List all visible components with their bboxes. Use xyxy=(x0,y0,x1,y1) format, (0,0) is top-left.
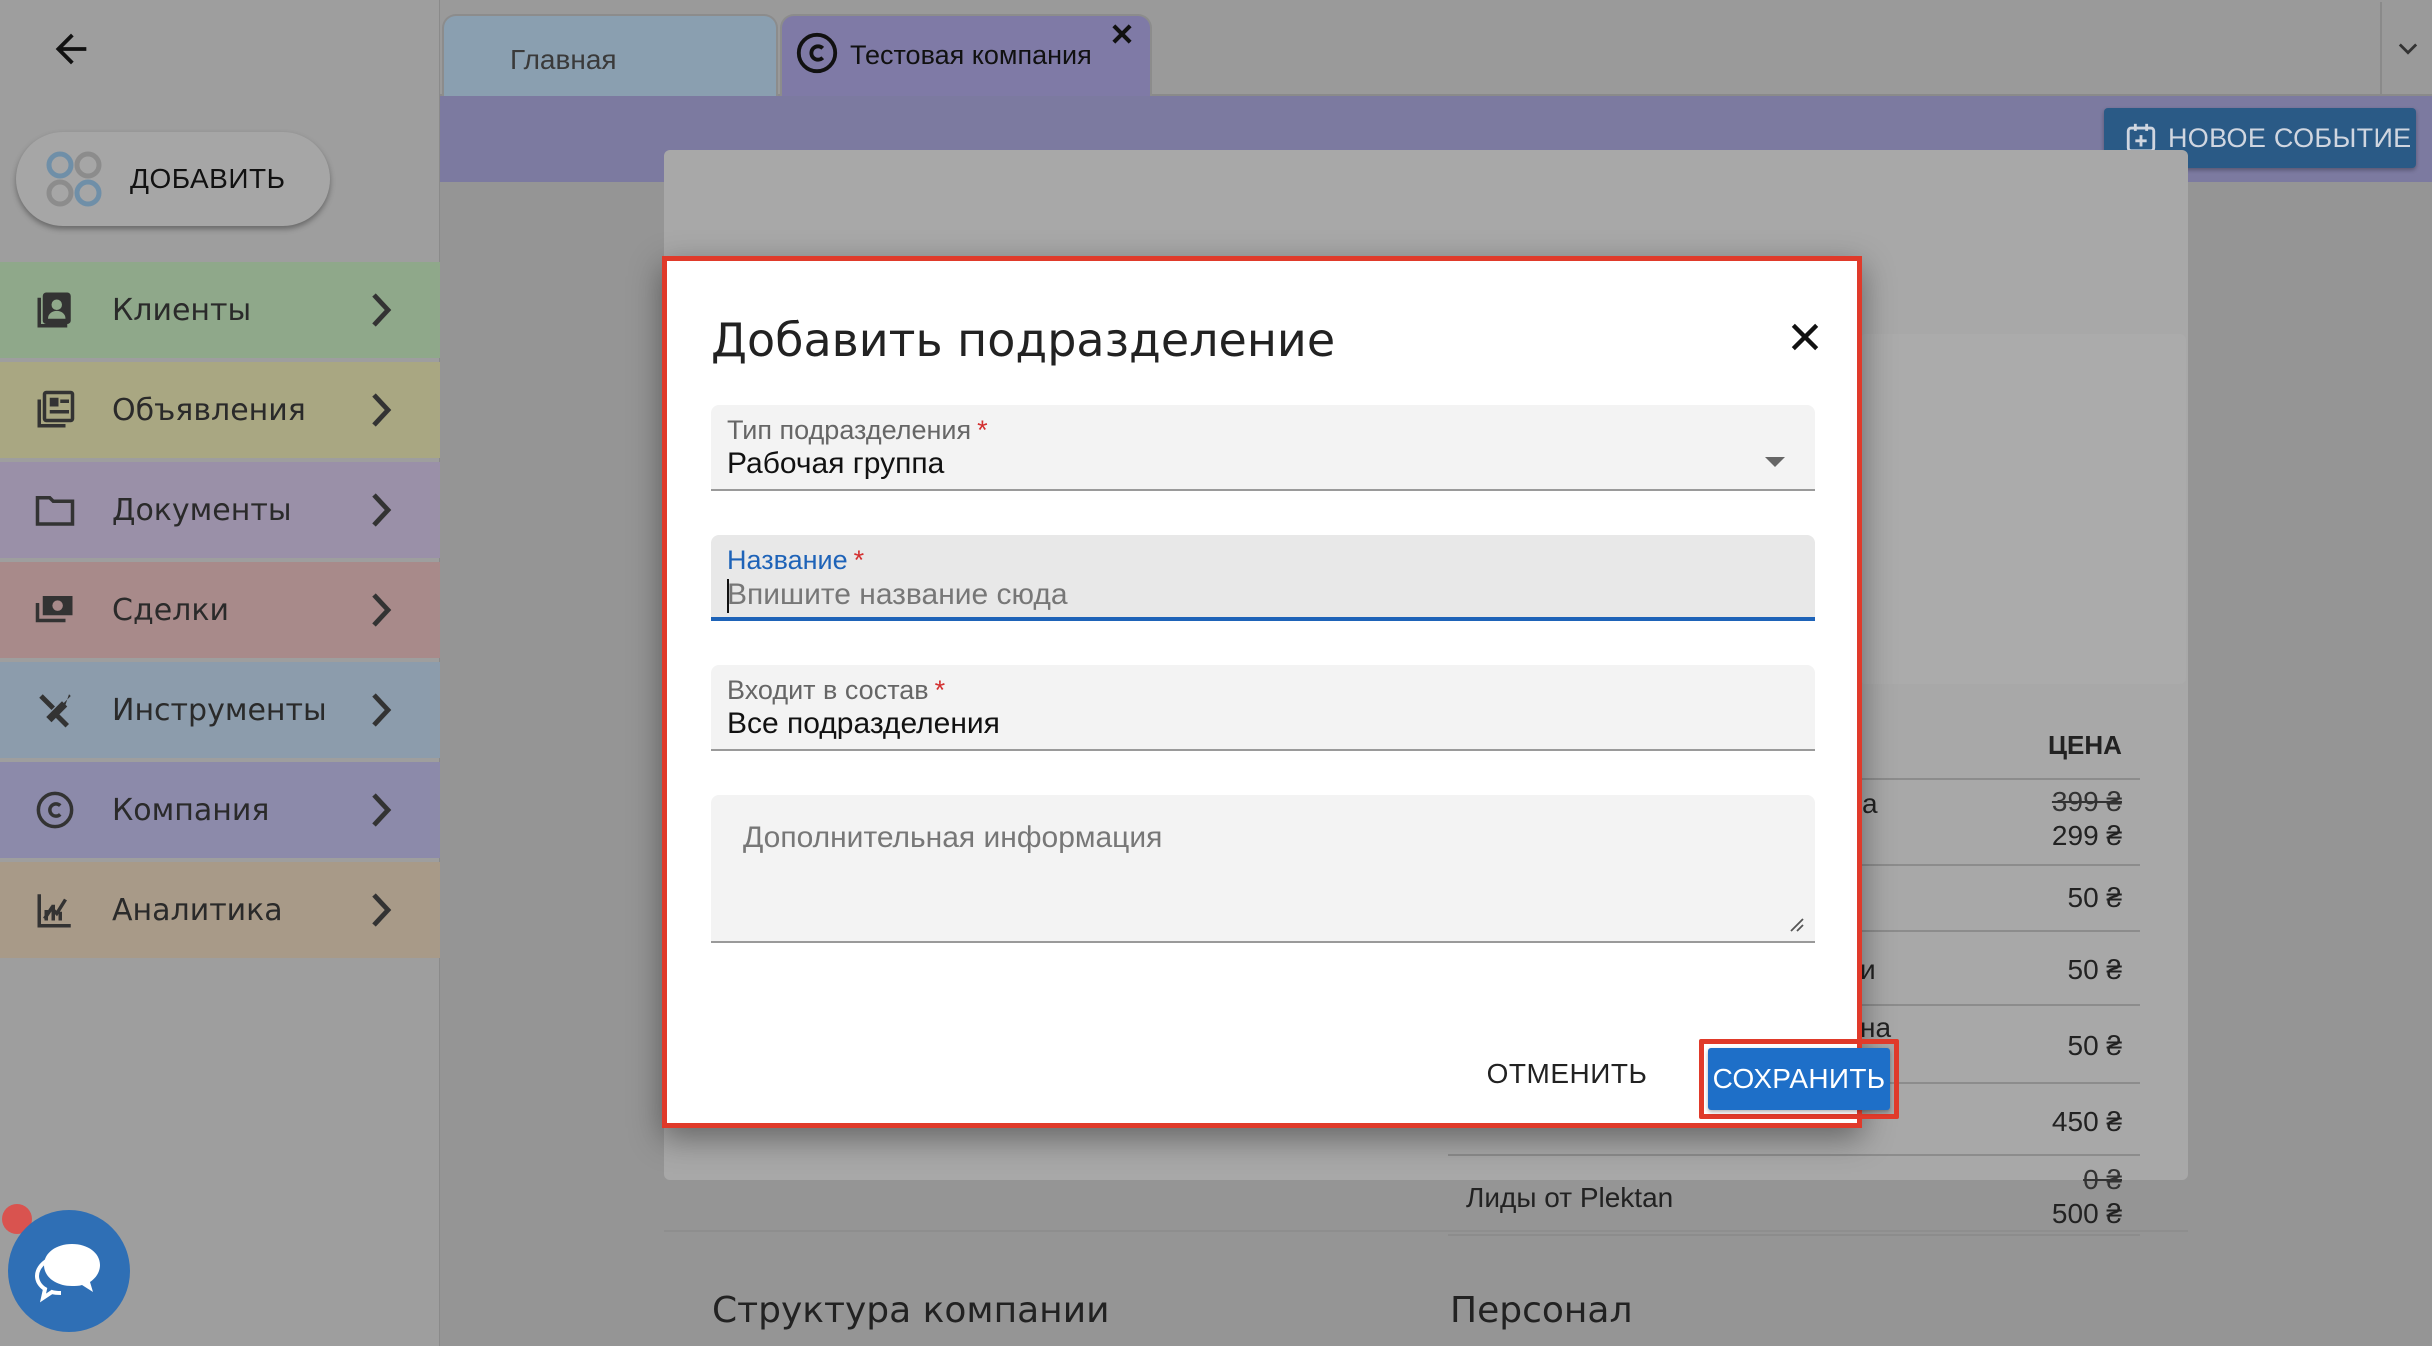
save-button-highlight: СОХРАНИТЬ xyxy=(1699,1039,1899,1119)
chevron-down-icon xyxy=(2398,43,2418,55)
sidebar-item-analytics[interactable]: Аналитика xyxy=(0,862,440,958)
sidebar-item-label: Компания xyxy=(112,792,270,828)
sidebar-menu: Клиенты Объявления Документы Сделки Инст… xyxy=(0,262,440,962)
chevron-right-icon xyxy=(372,593,392,627)
chevron-right-icon xyxy=(372,793,392,827)
field-label: Название * xyxy=(727,545,865,575)
save-button[interactable]: СОХРАНИТЬ xyxy=(1708,1048,1890,1110)
chat-bubbles-icon xyxy=(34,1244,100,1303)
add-button-label: ДОБАВИТЬ xyxy=(130,163,286,194)
sidebar-item-label: Инструменты xyxy=(112,692,327,728)
tab-company[interactable]: Тестовая компания xyxy=(780,14,1152,96)
sidebar-item-label: Сделки xyxy=(112,592,229,628)
department-name-field[interactable]: Название * xyxy=(711,535,1815,621)
section-title-staff: Персонал xyxy=(1450,1290,1633,1331)
chat-button[interactable] xyxy=(8,1210,130,1332)
chevron-right-icon xyxy=(372,393,392,427)
analytics-icon xyxy=(37,894,71,928)
text-caret xyxy=(727,579,729,613)
department-type-select[interactable]: Тип подразделения * Рабочая группа xyxy=(711,405,1815,491)
folder-icon xyxy=(35,496,75,526)
tab-label: Тестовая компания xyxy=(850,40,1092,70)
row-name-fragment: а xyxy=(1862,788,1878,819)
tab-label: Главная xyxy=(510,44,617,75)
listings-icon xyxy=(37,390,75,428)
field-value: Рабочая группа xyxy=(727,447,945,480)
section-title-structure: Структура компании xyxy=(712,1290,1110,1331)
chevron-right-icon xyxy=(372,693,392,727)
price-old: 399 ₴ xyxy=(2051,786,2122,817)
sidebar-item-label: Объявления xyxy=(112,392,306,428)
parent-department-select[interactable]: Входит в состав * Все подразделения xyxy=(711,665,1815,751)
tab-bar: Главная Тестовая компания xyxy=(440,0,2432,96)
sidebar-item-label: Аналитика xyxy=(112,892,283,928)
price-header: ЦЕНА xyxy=(2048,730,2122,760)
price-value: 299 ₴ xyxy=(2051,820,2122,851)
tools-icon xyxy=(39,694,71,728)
tabs-dropdown-button[interactable] xyxy=(2380,2,2432,94)
field-value: Все подразделения xyxy=(727,707,1000,740)
sidebar-item-documents[interactable]: Документы xyxy=(0,462,440,558)
additional-info-field[interactable] xyxy=(711,795,1815,943)
row-name-fragment: и xyxy=(1860,954,1876,985)
new-event-label: НОВОЕ СОБЫТИЕ xyxy=(2168,122,2412,153)
close-tab-icon[interactable] xyxy=(1108,20,1136,48)
sidebar-item-deals[interactable]: Сделки xyxy=(0,562,440,658)
chevron-right-icon xyxy=(372,493,392,527)
price-value: 450 ₴ xyxy=(2051,1106,2122,1137)
dialog-title: Добавить подразделение xyxy=(711,313,1336,367)
resize-grip-icon[interactable] xyxy=(1787,915,1805,933)
sidebar-item-label: Документы xyxy=(112,492,292,528)
price-value: 50 ₴ xyxy=(2067,882,2123,913)
add-button[interactable]: ДОБАВИТЬ xyxy=(16,132,330,226)
sidebar-item-tools[interactable]: Инструменты xyxy=(0,662,440,758)
card-top-segment xyxy=(1860,334,2186,684)
tab-home[interactable]: Главная xyxy=(442,14,778,96)
price-value: 500 ₴ xyxy=(2051,1198,2122,1229)
row-name: Лиды от Plektan xyxy=(1466,1182,1674,1213)
department-name-input[interactable] xyxy=(727,577,1787,613)
money-icon xyxy=(35,596,73,623)
price-row-divider xyxy=(1448,1154,2140,1156)
sidebar: ДОБАВИТЬ Клиенты Объявления Документы Сд… xyxy=(0,0,440,1346)
sidebar-item-listings[interactable]: Объявления xyxy=(0,362,440,458)
chevron-right-icon xyxy=(372,293,392,327)
additional-info-textarea[interactable] xyxy=(711,795,1815,941)
app-logo-icon xyxy=(46,151,102,207)
field-label: Входит в состав * xyxy=(727,675,946,705)
contacts-icon xyxy=(37,292,71,328)
price-row-divider xyxy=(1448,1234,2140,1236)
sidebar-item-clients[interactable]: Клиенты xyxy=(0,262,440,358)
field-label: Тип подразделения * xyxy=(727,415,988,445)
back-arrow-icon[interactable] xyxy=(48,26,94,72)
sidebar-item-company[interactable]: Компания xyxy=(0,762,440,858)
chevron-right-icon xyxy=(372,893,392,927)
price-value: 50 ₴ xyxy=(2067,954,2123,985)
close-icon[interactable] xyxy=(1785,317,1825,357)
price-old: 0 ₴ xyxy=(2083,1164,2122,1195)
add-department-dialog: Добавить подразделение Тип подразделения… xyxy=(662,256,1899,1128)
price-value: 50 ₴ xyxy=(2067,1030,2123,1061)
copyright-icon xyxy=(796,32,838,74)
card-divider xyxy=(664,1230,2188,1232)
copyright-icon xyxy=(36,791,74,829)
cancel-button[interactable]: ОТМЕНИТЬ xyxy=(1457,1039,1677,1109)
sidebar-item-label: Клиенты xyxy=(112,292,252,328)
dropdown-arrow-icon xyxy=(1765,457,1785,467)
